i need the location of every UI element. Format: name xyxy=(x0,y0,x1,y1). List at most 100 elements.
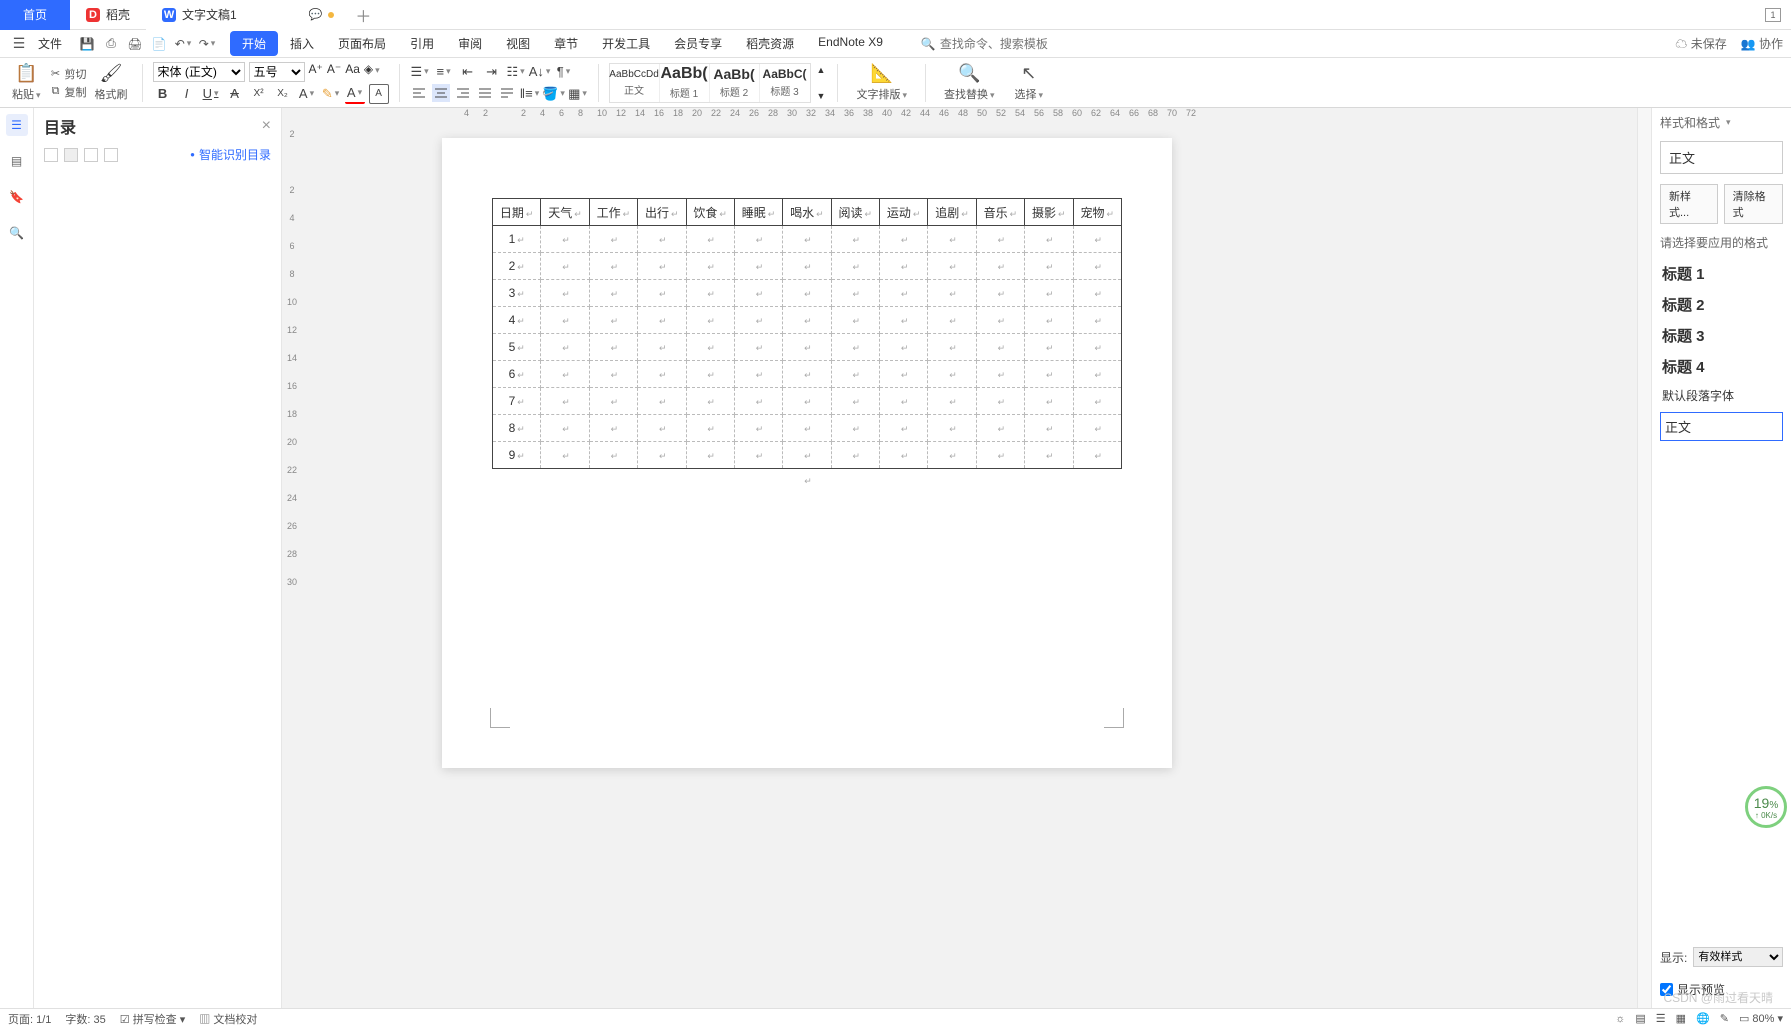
undo-button[interactable]: ↶ xyxy=(172,33,194,55)
document-page[interactable]: 日期↵天气↵工作↵出行↵饮食↵睡眠↵喝水↵阅读↵运动↵追剧↵音乐↵摄影↵宠物↵ … xyxy=(442,138,1172,768)
table-header[interactable]: 追剧↵ xyxy=(928,199,976,226)
speed-badge[interactable]: 19% ↑ 0K/s xyxy=(1745,786,1787,828)
command-search[interactable]: 🔍 xyxy=(921,37,1080,51)
paragraph-mark-button[interactable]: ¶ xyxy=(554,62,574,82)
ribbon-tab-insert[interactable]: 插入 xyxy=(278,31,326,56)
character-border-button[interactable]: A xyxy=(369,84,389,104)
tab-document[interactable]: W 文字文稿1 💬 xyxy=(146,0,350,30)
style-body[interactable]: 正文 xyxy=(1660,412,1783,441)
clear-format-icon[interactable]: ◈ xyxy=(364,62,380,82)
table-header[interactable]: 出行↵ xyxy=(638,199,686,226)
sort-button[interactable]: A↓ xyxy=(530,62,550,82)
format-painter[interactable]: 🖌 格式刷 xyxy=(91,63,132,102)
style-preview-h3[interactable]: AaBbC(标题 3 xyxy=(760,64,810,102)
cloud-unsaved[interactable]: ☁ 未保存 xyxy=(1675,35,1726,52)
current-style-box[interactable]: 正文 xyxy=(1660,141,1783,174)
horizontal-ruler[interactable]: 4224681012141618202224262830323436384042… xyxy=(304,108,1637,122)
tab-daoke[interactable]: D 稻壳 xyxy=(70,0,146,30)
status-wordcount[interactable]: 字数: 35 xyxy=(65,1011,105,1027)
style-preview-body[interactable]: AaBbCcDd正文 xyxy=(610,64,660,102)
style-h4[interactable]: 标题 4 xyxy=(1660,354,1783,379)
font-color-button[interactable]: A xyxy=(345,84,365,104)
decrease-font-icon[interactable]: A⁻ xyxy=(327,62,341,82)
styles-pane-title[interactable]: 样式和格式 xyxy=(1660,114,1783,131)
select-button[interactable]: ↖选择 xyxy=(1007,63,1052,102)
style-default-para[interactable]: 默认段落字体 xyxy=(1660,385,1783,406)
collab-button[interactable]: 👥 协作 xyxy=(1741,35,1783,52)
close-outline-button[interactable]: × xyxy=(262,117,271,135)
ribbon-tab-daoke[interactable]: 稻壳资源 xyxy=(734,31,806,56)
status-doccheck[interactable]: ▥ 文档校对 xyxy=(199,1011,257,1027)
superscript-button[interactable]: X² xyxy=(249,84,269,104)
italic-button[interactable]: I xyxy=(177,84,197,104)
table-row[interactable]: 3↵↵↵↵↵↵↵↵↵↵↵↵↵ xyxy=(493,280,1122,307)
app-menu-button[interactable]: ☰ xyxy=(8,33,30,55)
view-mode-2[interactable]: ☰ xyxy=(1656,1012,1666,1025)
show-preview-checkbox[interactable]: 显示预览 xyxy=(1660,977,1783,1002)
change-case-icon[interactable]: Aa xyxy=(345,62,360,82)
table-header[interactable]: 日期↵ xyxy=(493,199,541,226)
zoom-label[interactable]: ▭ 80% ▾ xyxy=(1739,1012,1783,1025)
strikethrough-button[interactable]: A xyxy=(225,84,245,104)
style-preview-h2[interactable]: AaBb(标题 2 xyxy=(710,64,760,102)
window-index-icon[interactable]: 1 xyxy=(1765,8,1781,22)
view-mode-focus[interactable]: ✎ xyxy=(1720,1012,1729,1025)
view-mode-1[interactable]: ▤ xyxy=(1635,1012,1645,1025)
ribbon-tab-endnote[interactable]: EndNote X9 xyxy=(806,31,895,56)
table-header[interactable]: 运动↵ xyxy=(880,199,928,226)
align-center-button[interactable] xyxy=(432,84,450,102)
bold-button[interactable]: B xyxy=(153,84,173,104)
smart-outline-button[interactable]: 智能识别目录 xyxy=(190,146,271,163)
ribbon-tab-start[interactable]: 开始 xyxy=(230,31,278,56)
table-header[interactable]: 饮食↵ xyxy=(686,199,734,226)
status-page[interactable]: 页面: 1/1 xyxy=(8,1011,51,1027)
view-mode-3[interactable]: ▦ xyxy=(1676,1012,1686,1025)
table-row[interactable]: 5↵↵↵↵↵↵↵↵↵↵↵↵↵ xyxy=(493,334,1122,361)
style-preview-h1[interactable]: AaBb(标题 1 xyxy=(660,64,710,102)
find-replace-button[interactable]: 🔍查找替换 xyxy=(936,63,1003,102)
view-mode-web[interactable]: 🌐 xyxy=(1696,1012,1710,1025)
file-menu[interactable]: 文件 xyxy=(32,35,68,52)
table-header[interactable]: 宠物↵ xyxy=(1073,199,1122,226)
ribbon-tab-pagelayout[interactable]: 页面布局 xyxy=(326,31,398,56)
cut-button[interactable]: ✂剪切 xyxy=(49,66,87,82)
bookmark-rail-icon[interactable]: 🔖 xyxy=(6,186,28,208)
align-right-button[interactable] xyxy=(454,84,472,102)
style-gallery[interactable]: AaBbCcDd正文 AaBb(标题 1 AaBb(标题 2 AaBbC(标题 … xyxy=(609,63,811,103)
style-h1[interactable]: 标题 1 xyxy=(1660,261,1783,286)
style-h2[interactable]: 标题 2 xyxy=(1660,292,1783,317)
underline-button[interactable]: U xyxy=(201,84,221,104)
outline-body[interactable] xyxy=(34,165,281,1008)
table-row[interactable]: 6↵↵↵↵↵↵↵↵↵↵↵↵↵ xyxy=(493,361,1122,388)
style-scroll-down[interactable]: ▼ xyxy=(817,91,826,101)
shading-button[interactable]: 🪣 xyxy=(544,84,564,104)
increase-indent-button[interactable]: ⇥ xyxy=(482,62,502,82)
style-h3[interactable]: 标题 3 xyxy=(1660,323,1783,348)
table-header[interactable]: 喝水↵ xyxy=(783,199,831,226)
word-layout-button[interactable]: 📐文字排版 xyxy=(848,63,915,102)
table-row[interactable]: 7↵↵↵↵↵↵↵↵↵↵↵↵↵ xyxy=(493,388,1122,415)
tab-chat-icon[interactable]: 💬 xyxy=(309,8,323,21)
highlight-button[interactable]: ✎ xyxy=(321,84,341,104)
style-scroll-up[interactable]: ▲ xyxy=(817,65,826,75)
table-row[interactable]: 1↵↵↵↵↵↵↵↵↵↵↵↵↵ xyxy=(493,226,1122,253)
redo-button[interactable]: ↷ xyxy=(196,33,218,55)
paste-group[interactable]: 📋 粘贴 xyxy=(8,63,45,102)
ribbon-tab-devtools[interactable]: 开发工具 xyxy=(590,31,662,56)
ribbon-tab-review[interactable]: 审阅 xyxy=(446,31,494,56)
copy-button[interactable]: ⧉复制 xyxy=(49,84,87,100)
ribbon-tab-vip[interactable]: 会员专享 xyxy=(662,31,734,56)
save-icon[interactable]: 💾 xyxy=(76,33,98,55)
search-input[interactable] xyxy=(940,37,1080,51)
new-tab-button[interactable]: ＋ xyxy=(350,2,376,28)
outline-rail-icon[interactable]: ☰ xyxy=(6,114,28,136)
table-header[interactable]: 摄影↵ xyxy=(1025,199,1073,226)
font-name-select[interactable]: 宋体 (正文) xyxy=(153,62,245,82)
search-rail-icon[interactable]: 🔍 xyxy=(6,222,28,244)
ribbon-tab-section[interactable]: 章节 xyxy=(542,31,590,56)
save-as-icon[interactable]: ⎙ xyxy=(100,33,122,55)
borders-button[interactable]: ▦ xyxy=(568,84,588,104)
print-icon[interactable]: 🖨 xyxy=(124,33,146,55)
font-size-select[interactable]: 五号 xyxy=(249,62,305,82)
table-header[interactable]: 睡眠↵ xyxy=(734,199,782,226)
